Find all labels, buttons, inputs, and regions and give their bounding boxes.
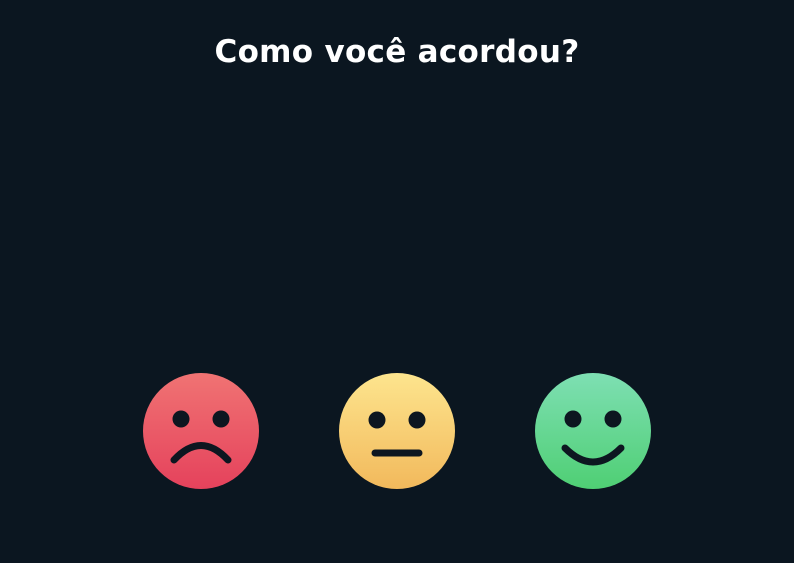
sad-face-button[interactable] [143,373,259,489]
neutral-face-button[interactable] [339,373,455,489]
sad-face-icon [143,373,259,489]
happy-face-button[interactable] [535,373,651,489]
page-title: Como você acordou? [214,33,580,70]
neutral-face-icon [339,373,455,489]
happy-face-icon [535,373,651,489]
